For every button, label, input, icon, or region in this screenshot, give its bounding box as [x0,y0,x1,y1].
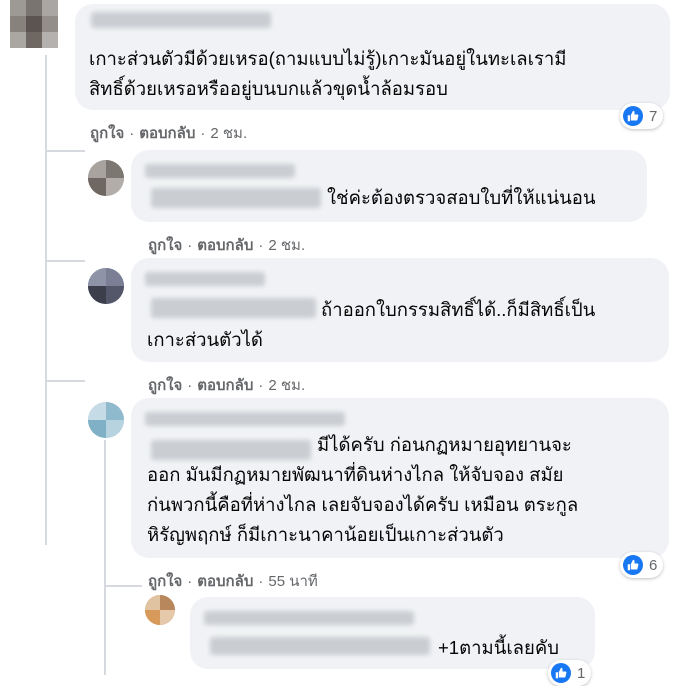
comment-bubble: +1ตามนี้เลยคับ [190,597,595,669]
like-button[interactable]: ถูกใจ [148,573,182,590]
separator: · [200,125,206,142]
separator: · [187,237,193,254]
comment-text-line: ออก มันมีกฏหมายพัฒนาที่ดินห่างไกล ให้จับ… [147,464,564,485]
separator: · [187,573,193,590]
timestamp[interactable]: 2 ชม. [210,125,247,142]
reply-button[interactable]: ตอบกลับ [197,573,253,590]
thread-branch [45,150,85,152]
reply-button[interactable]: ตอบกลับ [139,125,195,142]
author-name-redacted [151,298,316,318]
separator: · [129,125,135,142]
separator: · [258,573,264,590]
like-button[interactable]: ถูกใจ [148,377,182,394]
comment-text-line: เกาะส่วนตัวได้ [147,329,263,350]
reaction-number: 1 [577,664,586,682]
thread-branch [45,380,85,382]
comment-bubble: มีได้ครับ ก่อนกฏหมายอุทยานจะ ออก มันมีกฏ… [131,398,669,558]
avatar[interactable] [10,0,58,48]
avatar[interactable] [88,402,124,438]
thread-line [104,440,106,675]
like-icon [623,106,643,126]
avatar[interactable] [88,160,124,196]
author-name-redacted[interactable] [145,412,345,426]
author-name-redacted [151,188,321,208]
reaction-count[interactable]: 6 [620,552,664,578]
like-button[interactable]: ถูกใจ [148,237,182,254]
separator: · [258,237,264,254]
reply-button[interactable]: ตอบกลับ [197,237,253,254]
reaction-number: 7 [649,107,658,125]
comment-actions: ถูกใจ · ตอบกลับ · 2 ชม. [148,233,305,257]
reaction-count[interactable]: 7 [620,103,664,129]
comment-text-line: หิรัญพฤกษ์ ก็มีเกาะนาคาน้อยเป็นเกาะส่วนต… [147,524,504,545]
separator: · [258,377,264,394]
comment-text-line: มีได้ครับ ก่อนกฏหมายอุทยานจะ [317,434,572,455]
comment-bubble: เกาะส่วนตัวมีด้วยเหรอ(ถามแบบไม่รู้)เกาะม… [75,4,670,110]
author-name-redacted[interactable] [204,611,414,625]
like-button[interactable]: ถูกใจ [90,125,124,142]
timestamp[interactable]: 2 ชม. [268,237,305,254]
comment-bubble: ถ้าออกใบกรรมสิทธิ์ได้..ก็มีสิทธิ์เป็น เก… [131,258,669,362]
comment-text-line: ถ้าออกใบกรรมสิทธิ์ได้..ก็มีสิทธิ์เป็น [321,299,596,320]
avatar[interactable] [145,595,175,625]
comment-actions: ถูกใจ · ตอบกลับ · 55 นาที [148,569,318,593]
avatar[interactable] [88,268,124,304]
author-name-redacted[interactable] [91,12,271,28]
author-name-redacted [210,637,430,655]
timestamp[interactable]: 2 ชม. [268,377,305,394]
thread-branch [104,585,142,587]
separator: · [187,377,193,394]
reaction-number: 6 [649,556,658,574]
author-name-redacted [151,440,311,460]
comment-text-line: ก่นพวกนี้คือที่ห่างไกล เลยจับจองได้ครับ … [147,494,579,515]
comment-actions: ถูกใจ · ตอบกลับ · 2 ชม. [148,373,305,397]
comment-bubble: ใช่ค่ะต้องตรวจสอบใบที่ให้แน่นอน [131,150,647,222]
thread-line [45,55,47,545]
author-name-redacted[interactable] [145,272,265,286]
comment-text-line: เกาะส่วนตัวมีด้วยเหรอ(ถามแบบไม่รู้)เกาะม… [89,48,567,69]
like-icon [551,663,571,683]
comment-text-line: สิทธิ์ด้วยเหรอหรืออยู่บนบกแล้วขุดน้ำล้อม… [89,78,448,99]
reply-button[interactable]: ตอบกลับ [197,377,253,394]
comment-text-line: +1ตามนี้เลยคับ [438,637,559,658]
timestamp[interactable]: 55 นาที [268,573,317,590]
reaction-count[interactable]: 1 [548,660,592,686]
like-icon [623,555,643,575]
comment-text-line: ใช่ค่ะต้องตรวจสอบใบที่ให้แน่นอน [327,187,596,208]
comment-actions: ถูกใจ · ตอบกลับ · 2 ชม. [90,121,247,145]
author-name-redacted[interactable] [145,164,295,178]
thread-branch [45,260,85,262]
